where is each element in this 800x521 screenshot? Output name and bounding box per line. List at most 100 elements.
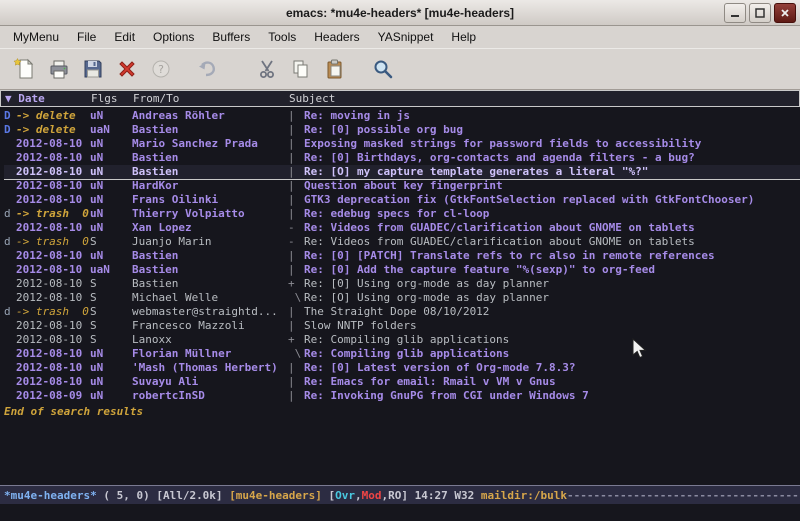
message-row[interactable]: 2012-08-10 S Bastien + Re: [0] Using org… (4, 277, 800, 291)
flags-cell: uN (90, 361, 132, 375)
message-row[interactable]: D -> delete uN Andreas Röhler | Re: movi… (4, 109, 800, 123)
title-bar[interactable]: emacs: *mu4e-headers* [mu4e-headers] (0, 0, 800, 26)
subject-cell: Question about key fingerprint (304, 179, 800, 193)
new-file-button[interactable] (8, 52, 42, 86)
date-cell: 2012-08-10 (16, 291, 90, 305)
close-button[interactable] (774, 3, 796, 23)
maximize-icon (755, 8, 765, 18)
flags-cell: uN (90, 249, 132, 263)
message-row[interactable]: 2012-08-10 uN Bastien | Re: [0] Birthday… (4, 151, 800, 165)
mark-cell: D (4, 109, 16, 123)
flags-cell: S (90, 319, 132, 333)
modeline-overwrite-flag: Ovr (335, 489, 355, 502)
menu-item-yasnippet[interactable]: YASnippet (369, 28, 443, 46)
menu-item-edit[interactable]: Edit (105, 28, 144, 46)
kill-buffer-button[interactable] (110, 52, 144, 86)
header-subject[interactable]: Subject (289, 92, 799, 105)
message-row[interactable]: d -> trash 0 S webmaster@straightd... | … (4, 305, 800, 319)
modeline-maildir: maildir:/bulk (481, 489, 567, 502)
search-button[interactable] (366, 52, 400, 86)
mark-cell (4, 221, 16, 235)
modeline-buffer-name: *mu4e-headers* (4, 489, 103, 502)
copy-button[interactable] (284, 52, 318, 86)
message-row[interactable]: 2012-08-10 uN HardKor | Question about k… (4, 179, 800, 193)
menu-item-help[interactable]: Help (442, 28, 485, 46)
from-cell: Bastien (132, 277, 288, 291)
message-row[interactable]: 2012-08-10 uN Xan Lopez - Re: Videos fro… (4, 221, 800, 235)
message-row[interactable]: d -> trash 0 S Juanjo Marin - Re: Videos… (4, 235, 800, 249)
date-cell: -> delete (16, 109, 90, 123)
from-cell: Bastien (132, 263, 288, 277)
cut-button[interactable] (250, 52, 284, 86)
save-button[interactable] (76, 52, 110, 86)
mode-line[interactable]: *mu4e-headers* ( 5, 0) [All/2.0k] [mu4e-… (0, 485, 800, 504)
copy-icon (289, 57, 313, 81)
modeline-readonly-flag: ,RO] (382, 489, 409, 502)
mark-cell (4, 179, 16, 193)
message-row[interactable]: d -> trash 0 uN Thierry Volpiatto | Re: … (4, 207, 800, 221)
from-cell: Francesco Mazzoli (132, 319, 288, 333)
header-from[interactable]: From/To (133, 92, 289, 105)
message-row[interactable]: D -> delete uaN Bastien | Re: [0] possib… (4, 123, 800, 137)
menu-item-tools[interactable]: Tools (259, 28, 305, 46)
from-cell: Thierry Volpiatto (132, 207, 288, 221)
date-cell: 2012-08-10 (16, 319, 90, 333)
menu-item-mymenu[interactable]: MyMenu (4, 28, 68, 46)
flags-cell: uN (90, 347, 132, 361)
flags-cell: S (90, 291, 132, 305)
header-line: ▼ Date Flgs From/To Subject (0, 90, 800, 107)
tool-bar: ? (0, 48, 800, 90)
subject-cell: Re: [O] my capture template generates a … (304, 165, 800, 179)
message-row[interactable]: 2012-08-09 uN robertcInSD | Re: Invoking… (4, 389, 800, 403)
message-row-current[interactable]: 2012-08-10 uN Bastien | Re: [O] my captu… (4, 165, 800, 179)
menu-item-file[interactable]: File (68, 28, 105, 46)
menu-item-headers[interactable]: Headers (305, 28, 368, 46)
mark-cell (4, 193, 16, 207)
help-button[interactable]: ? (144, 52, 178, 86)
date-cell: 2012-08-10 (16, 179, 90, 193)
date-cell: 2012-08-10 (16, 375, 90, 389)
print-button[interactable] (42, 52, 76, 86)
message-row[interactable]: 2012-08-10 S Lanoxx + Re: Compiling glib… (4, 333, 800, 347)
modeline-filter: [All/2.0k] (156, 489, 229, 502)
undo-button[interactable] (190, 52, 224, 86)
date-cell: -> trash 0 (16, 235, 90, 249)
message-row[interactable]: 2012-08-10 S Michael Welle \ Re: [O] Usi… (4, 291, 800, 305)
mark-cell: d (4, 235, 16, 249)
subject-cell: The Straight Dope 08/10/2012 (304, 305, 800, 319)
subject-cell: Re: Compiling glib applications (304, 333, 800, 347)
minimize-button[interactable] (724, 3, 746, 23)
menu-item-buffers[interactable]: Buffers (203, 28, 259, 46)
echo-area[interactable] (0, 504, 800, 521)
message-row[interactable]: 2012-08-10 uN Frans Oilinki | GTK3 depre… (4, 193, 800, 207)
subject-cell: Re: [0] Birthdays, org-contacts and agen… (304, 151, 800, 165)
maximize-button[interactable] (749, 3, 771, 23)
subject-cell: Re: Compiling glib applications (304, 347, 800, 361)
menu-item-options[interactable]: Options (144, 28, 203, 46)
mark-cell (4, 249, 16, 263)
message-row[interactable]: 2012-08-10 uN Bastien | Re: [0] [PATCH] … (4, 249, 800, 263)
from-cell: Juanjo Marin (132, 235, 288, 249)
message-row[interactable]: 2012-08-10 uN Florian Müllner \ Re: Comp… (4, 347, 800, 361)
subject-cell: Exposing masked strings for password fie… (304, 137, 800, 151)
date-cell: 2012-08-10 (16, 347, 90, 361)
message-row[interactable]: 2012-08-10 uN Suvayu Ali | Re: Emacs for… (4, 375, 800, 389)
message-row[interactable]: 2012-08-10 uaN Bastien | Re: [0] Add the… (4, 263, 800, 277)
message-row[interactable]: 2012-08-10 S Francesco Mazzoli | Slow NN… (4, 319, 800, 333)
paste-button[interactable] (318, 52, 352, 86)
modeline-dashes: ----------------------------------------… (567, 489, 800, 502)
window-buttons (724, 3, 796, 23)
header-flags[interactable]: Flgs (91, 92, 133, 105)
message-row[interactable]: 2012-08-10 uN 'Mash (Thomas Herbert) | R… (4, 361, 800, 375)
date-cell: 2012-08-10 (16, 165, 90, 179)
subject-cell: Re: [0] Using org-mode as day planner (304, 277, 800, 291)
modeline-major-mode: [mu4e-headers] (229, 489, 328, 502)
help-icon: ? (149, 57, 173, 81)
date-cell: -> trash 0 (16, 305, 90, 319)
message-row[interactable]: 2012-08-10 uN Mario Sanchez Prada | Expo… (4, 137, 800, 151)
emacs-window: emacs: *mu4e-headers* [mu4e-headers] MyM… (0, 0, 800, 521)
mark-cell (4, 361, 16, 375)
thread-indicator: | (288, 375, 304, 389)
header-sort-date[interactable]: ▼ Date (5, 92, 91, 105)
date-cell: 2012-08-09 (16, 389, 90, 403)
